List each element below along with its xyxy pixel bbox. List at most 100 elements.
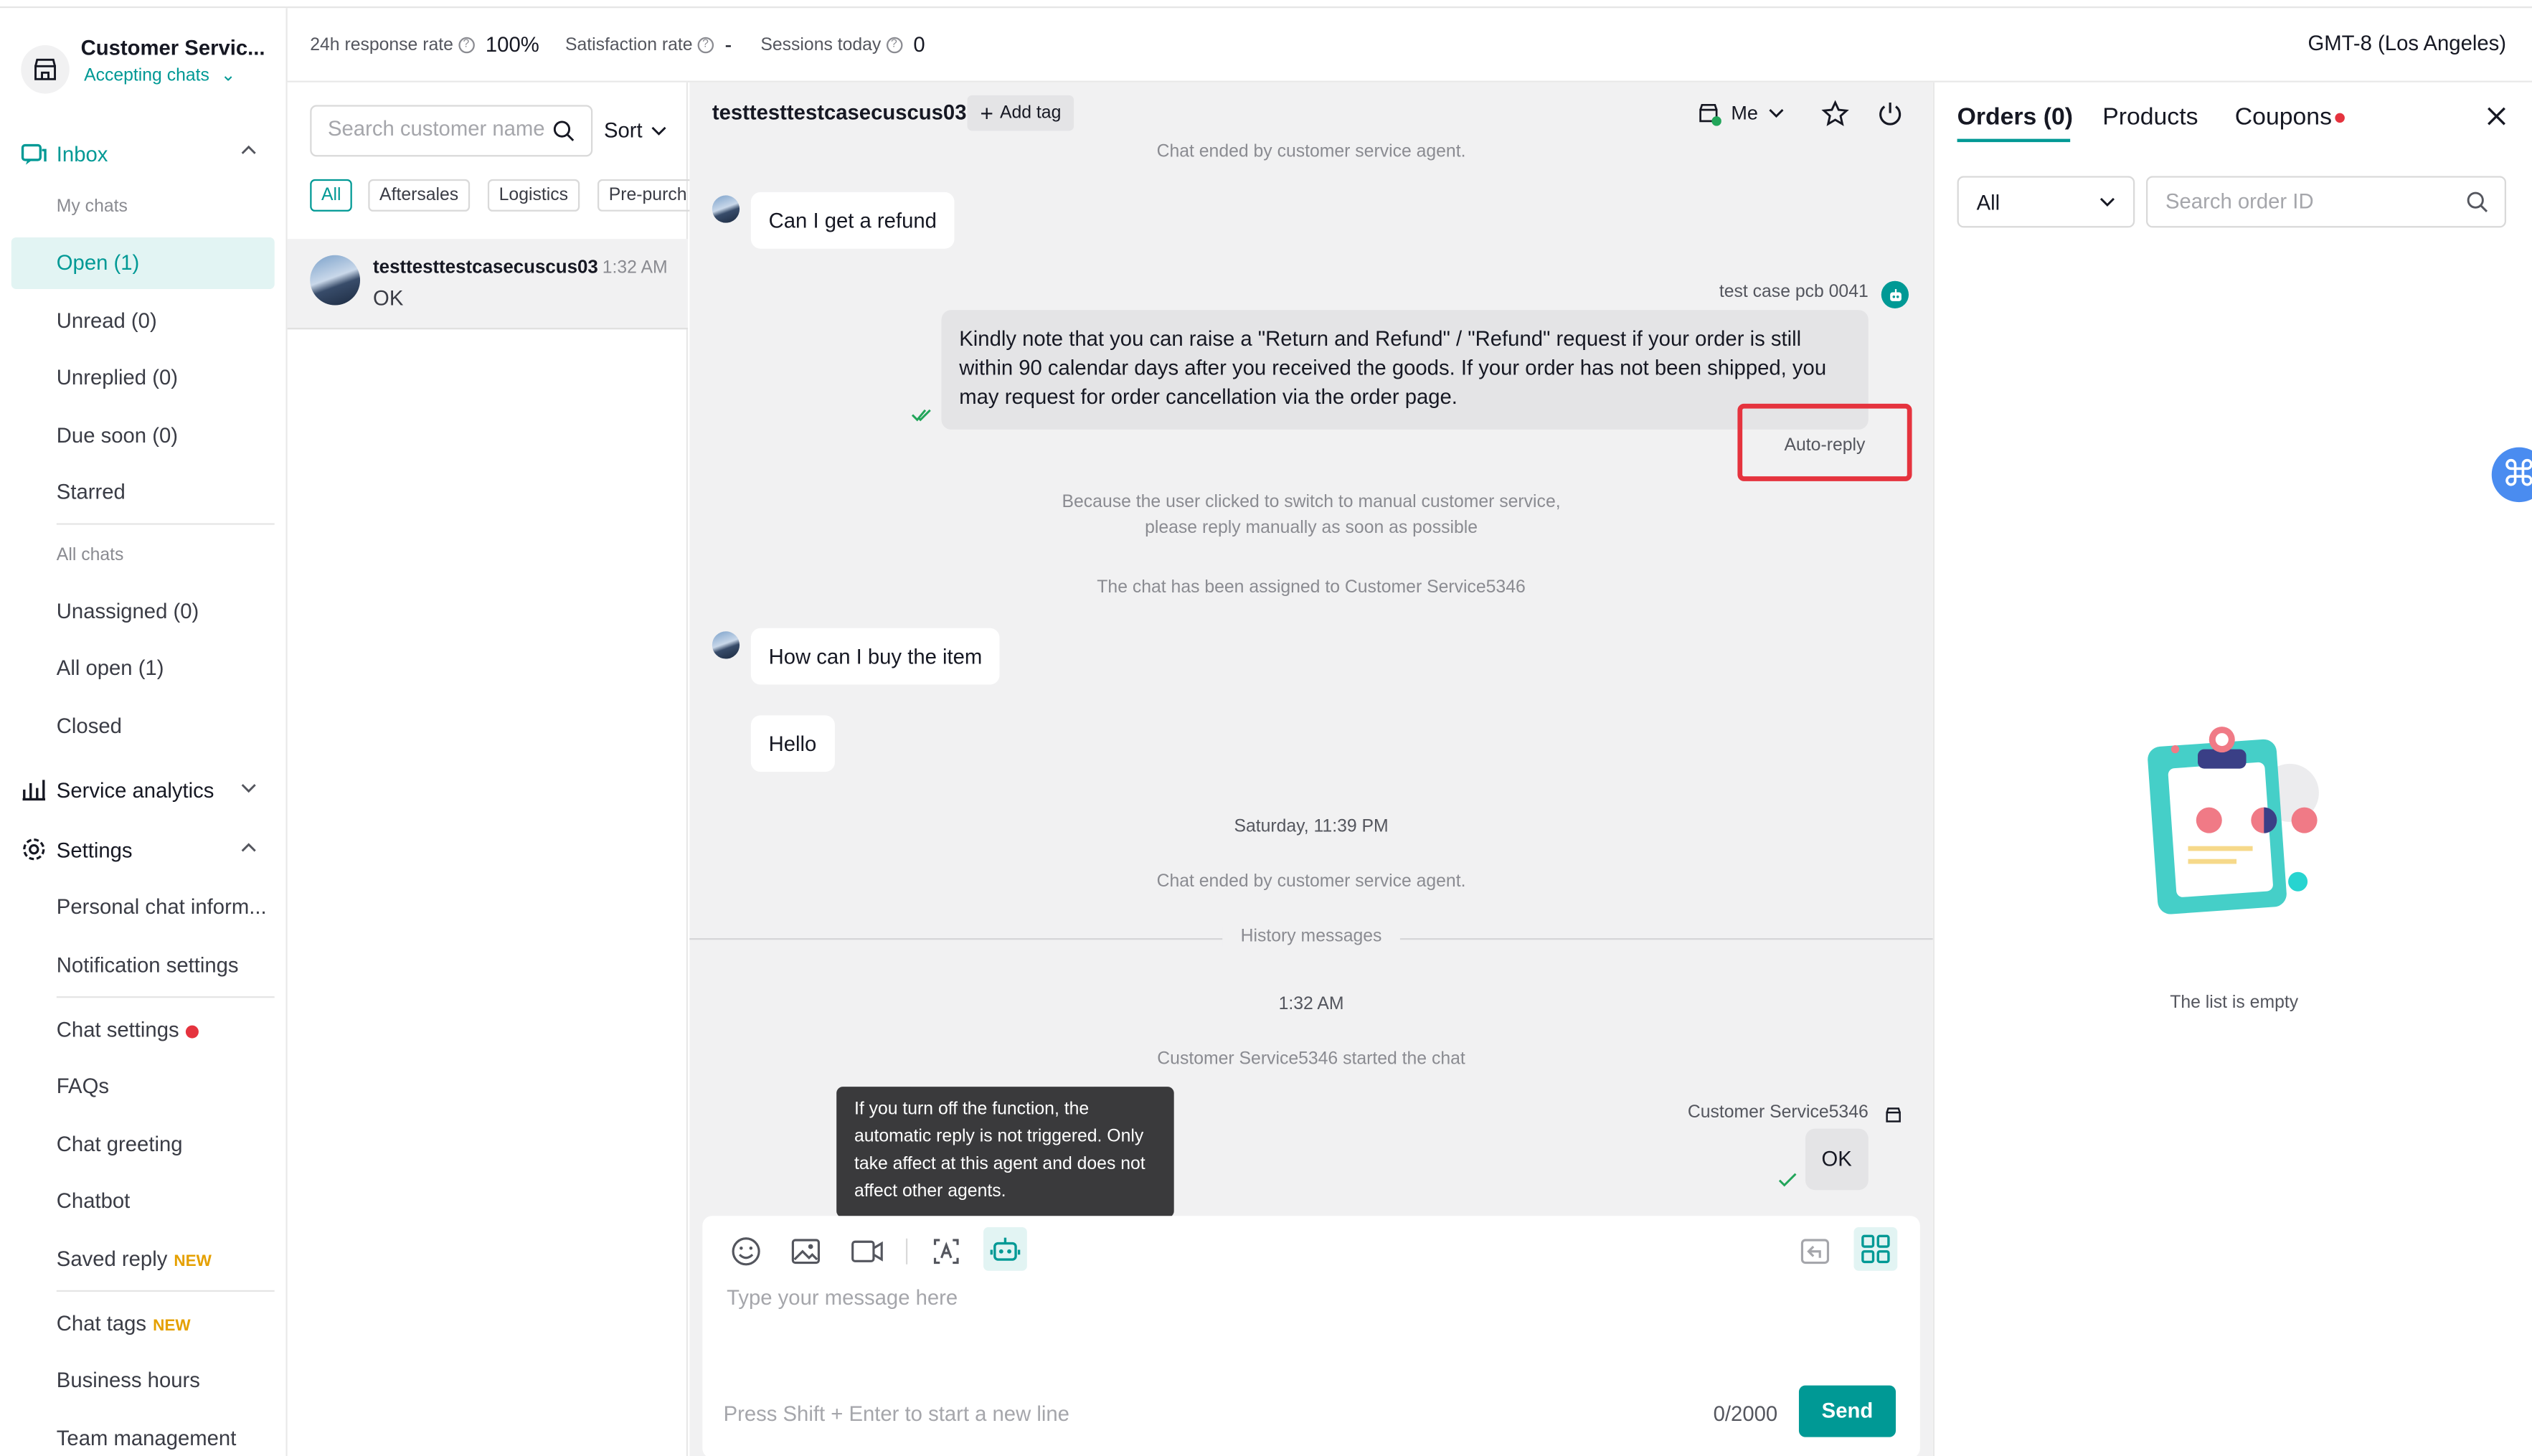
sidebar-item-chat-settings[interactable]: Chat settings	[57, 1017, 199, 1041]
message-input[interactable]: Type your message here	[727, 1285, 1889, 1382]
customer-name: testtesttestcasecuscus03	[712, 100, 967, 125]
sidebar-item-chat-tags[interactable]: Chat tags NEW	[57, 1311, 191, 1336]
sidebar-item-faqs[interactable]: FAQs	[57, 1074, 109, 1098]
stat-label: 24h response rate	[310, 34, 453, 55]
video-icon[interactable]	[849, 1235, 885, 1267]
order-search-placeholder: Search order ID	[2165, 189, 2314, 214]
command-icon: ⌘	[2501, 454, 2532, 494]
grid-icon	[1861, 1234, 1890, 1264]
group-my-chats: My chats	[56, 197, 128, 217]
chevron-down-icon	[651, 126, 666, 135]
system-message: Because the user clicked to switch to ma…	[689, 489, 1933, 541]
tab-orders[interactable]: Orders (0)	[1957, 103, 2073, 131]
sidebar-item-chat-greeting[interactable]: Chat greeting	[57, 1132, 183, 1156]
send-button[interactable]: Send	[1798, 1385, 1896, 1437]
tab-coupons[interactable]: Coupons	[2235, 103, 2345, 131]
sidebar-item-closed[interactable]: Closed	[57, 714, 122, 738]
system-message-line: please reply manually as soon as possibl…	[1145, 518, 1478, 538]
sort-dropdown[interactable]: Sort	[604, 118, 666, 142]
plus-icon: +	[980, 100, 993, 126]
sidebar-item-starred[interactable]: Starred	[57, 480, 126, 504]
divider	[56, 1290, 275, 1292]
stat-value: -	[724, 32, 732, 57]
composer-hint: Press Shift + Enter to start a new line	[723, 1401, 1069, 1426]
check-icon	[1778, 1173, 1797, 1187]
filter-chip-aftersales[interactable]: Aftersales	[368, 179, 470, 212]
sort-label: Sort	[603, 118, 643, 143]
nav-settings[interactable]: Settings	[21, 836, 133, 862]
order-search-input[interactable]: Search order ID	[2145, 176, 2507, 228]
agent-sender-name: Customer Service5346	[1687, 1102, 1869, 1122]
system-message: Chat ended by customer service agent.	[1156, 871, 1466, 892]
close-icon[interactable]	[2487, 107, 2506, 126]
filter-chip-pre-purchase[interactable]: Pre-purch	[597, 179, 696, 212]
chevron-up-icon[interactable]	[239, 141, 258, 160]
message-bubble-incoming: Can I get a refund	[750, 192, 955, 249]
timezone[interactable]: GMT-8 (Los Angeles)	[2307, 31, 2506, 55]
chevron-up-icon[interactable]	[239, 838, 258, 857]
sidebar-item-chatbot[interactable]: Chatbot	[57, 1188, 131, 1213]
system-message: Customer Service5346 started the chat	[1157, 1049, 1465, 1069]
nav-inbox[interactable]: Inbox	[21, 141, 108, 166]
nav-service-analytics[interactable]: Service analytics	[21, 777, 214, 803]
tab-products[interactable]: Products	[2102, 103, 2198, 131]
sidebar-item-business-hours[interactable]: Business hours	[57, 1368, 200, 1392]
chevron-down-icon[interactable]	[239, 778, 258, 798]
translate-icon[interactable]	[930, 1235, 963, 1267]
search-icon[interactable]	[2466, 191, 2489, 214]
add-tag-button[interactable]: + Add tag	[967, 95, 1074, 131]
filter-chip-all[interactable]: All	[310, 179, 353, 212]
filter-chip-logistics[interactable]: Logistics	[487, 179, 580, 212]
conversation-time: 1:32 AM	[602, 258, 668, 278]
assignee-label: Me	[1731, 101, 1758, 125]
double-check-icon	[911, 409, 931, 422]
apps-grid-button[interactable]	[1853, 1226, 1898, 1271]
message-bubble-auto-reply: Kindly note that you can raise a "Return…	[941, 310, 1869, 430]
stat-value: 0	[913, 32, 925, 57]
store-icon[interactable]	[21, 45, 70, 94]
toolbar-divider	[905, 1238, 908, 1264]
customer-search-input[interactable]: Search customer name...	[310, 105, 593, 157]
order-filter-select[interactable]: All	[1957, 176, 2135, 228]
sidebar-item-notification-settings[interactable]: Notification settings	[57, 952, 239, 977]
selected-highlight	[11, 237, 275, 289]
customer-avatar	[712, 631, 740, 659]
help-icon[interactable]: ?	[458, 36, 475, 53]
sidebar-item-personal-chat-info[interactable]: Personal chat inform...	[57, 894, 267, 919]
saved-reply-label: Saved reply	[56, 1247, 168, 1271]
message-bubble-incoming: How can I buy the item	[750, 628, 1001, 685]
new-badge: NEW	[153, 1318, 191, 1336]
power-icon[interactable]	[1876, 100, 1904, 128]
emoji-icon[interactable]	[730, 1235, 762, 1267]
star-icon[interactable]	[1821, 100, 1849, 128]
search-icon[interactable]	[552, 120, 575, 143]
time-separator: 1:32 AM	[1278, 994, 1344, 1014]
sidebar-item-due-soon[interactable]: Due soon (0)	[57, 423, 178, 448]
bot-sender-name: test case pcb 0041	[1719, 282, 1869, 302]
empty-clipboard-illustration	[2148, 727, 2319, 914]
conversation-item[interactable]: testtesttestcasecuscus03 1:32 AM OK	[287, 239, 689, 330]
sidebar-item-team-management[interactable]: Team management	[57, 1426, 237, 1450]
robot-icon	[1881, 280, 1909, 308]
empty-state-text: The list is empty	[2170, 993, 2299, 1013]
sidebar-item-all-open[interactable]: All open (1)	[57, 656, 164, 680]
sidebar-item-unreplied[interactable]: Unreplied (0)	[57, 365, 178, 389]
sidebar-item-open[interactable]: Open (1)	[57, 250, 140, 275]
sidebar-item-saved-reply[interactable]: Saved reply NEW	[57, 1247, 212, 1271]
chatbot-toggle-button[interactable]	[983, 1226, 1027, 1271]
sidebar-item-unread[interactable]: Unread (0)	[57, 308, 157, 333]
bar-chart-icon	[22, 780, 46, 801]
tab-coupons-label: Coupons	[2234, 103, 2332, 131]
chat-tags-label: Chat tags	[56, 1311, 147, 1336]
help-icon[interactable]: ?	[886, 36, 902, 53]
store-name[interactable]: Customer Servic...	[81, 36, 265, 60]
reply-icon[interactable]	[1799, 1235, 1831, 1267]
sidebar-item-unassigned[interactable]: Unassigned (0)	[57, 599, 199, 623]
chat-pane: testtesttestcasecuscus03 + Add tag Me Ch…	[689, 82, 1933, 1456]
divider	[56, 523, 275, 525]
help-icon[interactable]: ?	[697, 36, 714, 53]
status-selector[interactable]: Accepting chats ⌄	[84, 65, 235, 85]
message-bubble-outgoing: OK	[1805, 1128, 1869, 1191]
assignee-dropdown[interactable]: Me	[1696, 100, 1784, 126]
image-icon[interactable]	[790, 1235, 822, 1267]
